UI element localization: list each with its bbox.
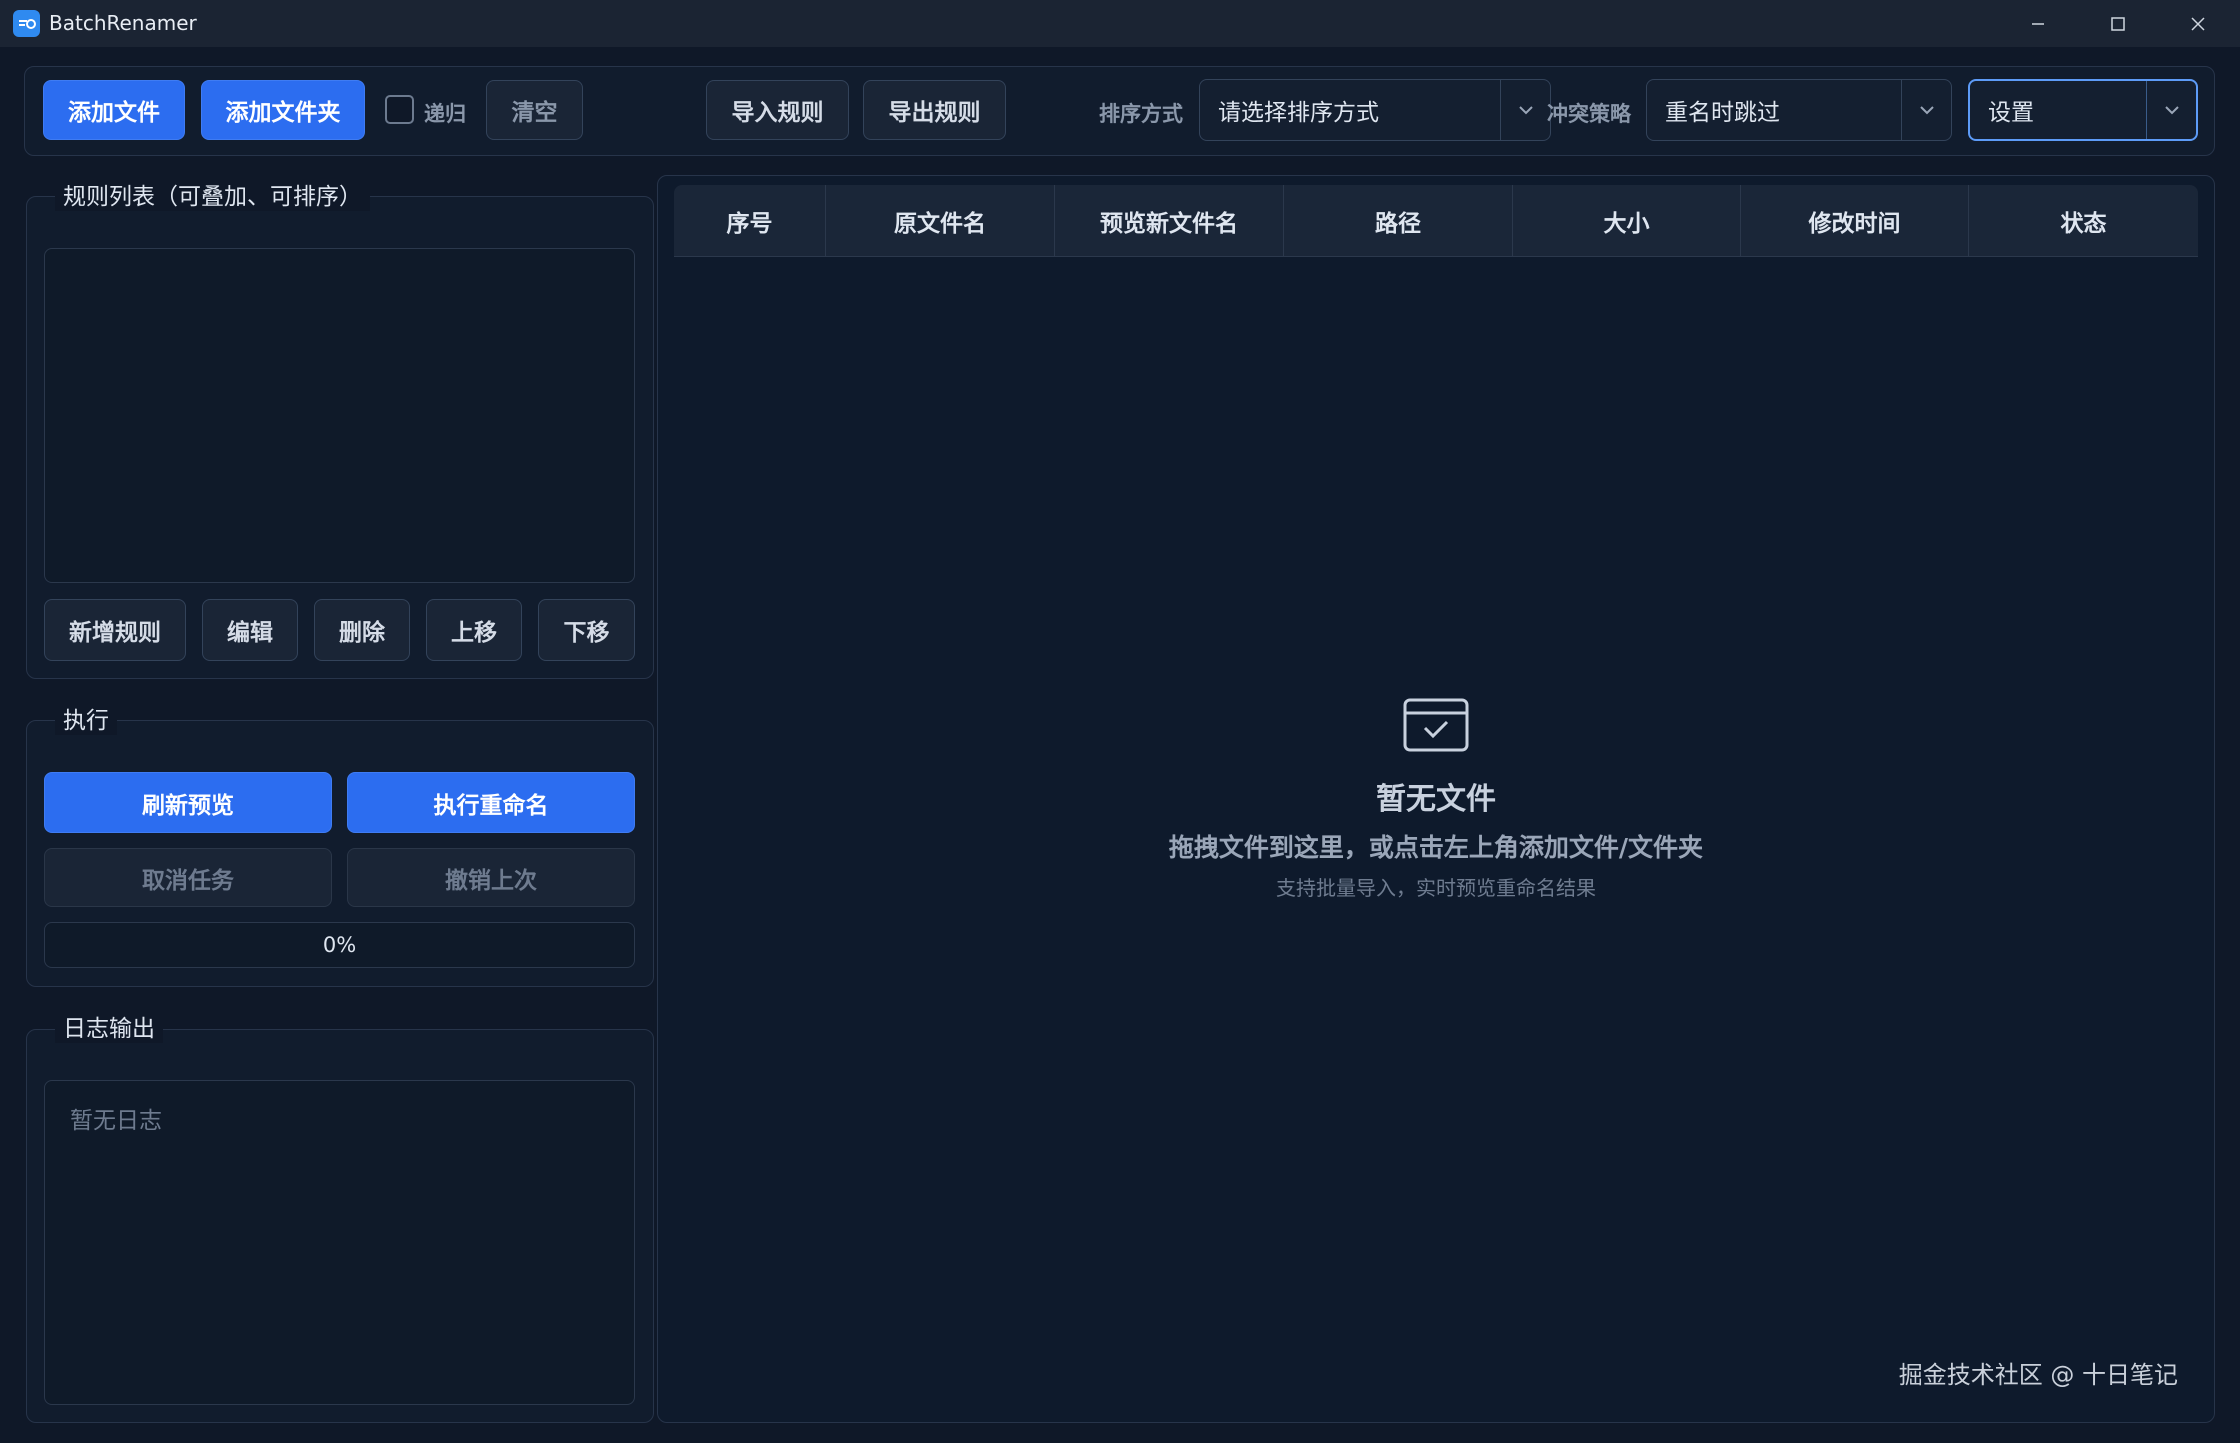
cancel-task-button[interactable]: 取消任务 bbox=[44, 848, 332, 907]
export-rules-button[interactable]: 导出规则 bbox=[863, 80, 1006, 140]
recursive-label: 递归 bbox=[424, 102, 466, 126]
settings-dropdown[interactable]: 设置 bbox=[1968, 79, 2198, 141]
log-output-area[interactable]: 暂无日志 bbox=[44, 1080, 635, 1405]
chevron-down-icon[interactable] bbox=[1500, 80, 1550, 140]
move-up-button[interactable]: 上移 bbox=[426, 599, 522, 661]
app-logo-icon bbox=[13, 10, 40, 37]
recursive-checkbox[interactable] bbox=[385, 95, 414, 124]
empty-subtitle: 拖拽文件到这里，或点击左上角添加文件/文件夹 bbox=[1168, 833, 1704, 862]
maximize-icon bbox=[2111, 16, 2125, 31]
column-header-preview-name[interactable]: 预览新文件名 bbox=[1055, 185, 1284, 256]
log-placeholder: 暂无日志 bbox=[70, 1108, 162, 1134]
minimize-button[interactable] bbox=[1998, 0, 2078, 47]
rules-group: 新增规则 编辑 删除 上移 下移 bbox=[26, 196, 654, 679]
column-header-size[interactable]: 大小 bbox=[1513, 185, 1741, 256]
app-window: BatchRenamer 添加文件 添加文件夹 递归 清空 导入规则 导出规则 … bbox=[0, 0, 2240, 1443]
close-icon bbox=[2191, 16, 2205, 31]
toolbar: 添加文件 添加文件夹 递归 清空 导入规则 导出规则 排序方式 请选择排序方式 … bbox=[24, 66, 2215, 156]
rules-group-title: 规则列表（可叠加、可排序） bbox=[55, 177, 370, 211]
title-bar: BatchRenamer bbox=[0, 0, 2240, 47]
column-header-index[interactable]: 序号 bbox=[674, 185, 826, 256]
add-file-button[interactable]: 添加文件 bbox=[43, 80, 185, 140]
edit-rule-button[interactable]: 编辑 bbox=[202, 599, 298, 661]
table-header: 序号 原文件名 预览新文件名 路径 大小 修改时间 状态 bbox=[674, 185, 2198, 257]
column-header-path[interactable]: 路径 bbox=[1284, 185, 1513, 256]
chevron-down-icon[interactable] bbox=[2146, 81, 2196, 139]
settings-dropdown-value: 设置 bbox=[1988, 100, 2034, 126]
inbox-check-icon bbox=[1401, 696, 1471, 754]
window-title: BatchRenamer bbox=[49, 11, 197, 35]
log-group: 暂无日志 bbox=[26, 1029, 654, 1423]
add-folder-button[interactable]: 添加文件夹 bbox=[201, 80, 365, 140]
close-button[interactable] bbox=[2158, 0, 2238, 47]
refresh-preview-button[interactable]: 刷新预览 bbox=[44, 772, 332, 833]
column-header-modified-time[interactable]: 修改时间 bbox=[1741, 185, 1969, 256]
column-header-original-name[interactable]: 原文件名 bbox=[826, 185, 1055, 256]
sort-label: 排序方式 bbox=[1099, 102, 1183, 126]
progress-bar: 0% bbox=[44, 922, 635, 968]
conflict-label: 冲突策略 bbox=[1547, 102, 1631, 126]
delete-rule-button[interactable]: 删除 bbox=[314, 599, 410, 661]
watermark: 掘金技术社区 @ 十日笔记 bbox=[1898, 1361, 2178, 1389]
run-rename-button[interactable]: 执行重命名 bbox=[347, 772, 635, 833]
sort-dropdown[interactable]: 请选择排序方式 bbox=[1199, 79, 1551, 141]
move-down-button[interactable]: 下移 bbox=[538, 599, 635, 661]
log-group-title: 日志输出 bbox=[55, 1009, 163, 1043]
execute-group-title: 执行 bbox=[55, 701, 117, 735]
maximize-button[interactable] bbox=[2078, 0, 2158, 47]
conflict-dropdown[interactable]: 重名时跳过 bbox=[1646, 79, 1952, 141]
chevron-down-icon[interactable] bbox=[1901, 80, 1951, 140]
minimize-icon bbox=[2032, 22, 2044, 25]
empty-title: 暂无文件 bbox=[1376, 782, 1496, 817]
undo-last-button[interactable]: 撤销上次 bbox=[347, 848, 635, 907]
rules-list[interactable] bbox=[44, 248, 635, 583]
import-rules-button[interactable]: 导入规则 bbox=[706, 80, 849, 140]
clear-button[interactable]: 清空 bbox=[486, 80, 583, 140]
execute-group: 刷新预览 执行重命名 取消任务 撤销上次 0% bbox=[26, 720, 654, 987]
conflict-dropdown-value: 重名时跳过 bbox=[1665, 100, 1780, 126]
sort-dropdown-value: 请选择排序方式 bbox=[1218, 100, 1379, 126]
column-header-status[interactable]: 状态 bbox=[1969, 185, 2198, 256]
empty-state: 暂无文件 拖拽文件到这里，或点击左上角添加文件/文件夹 支持批量导入，实时预览重… bbox=[658, 696, 2214, 901]
empty-hint: 支持批量导入，实时预览重命名结果 bbox=[1276, 876, 1596, 900]
progress-text: 0% bbox=[322, 933, 357, 957]
file-table[interactable]: 序号 原文件名 预览新文件名 路径 大小 修改时间 状态 暂无文件 拖拽文件到这… bbox=[657, 175, 2215, 1423]
add-rule-button[interactable]: 新增规则 bbox=[44, 599, 186, 661]
